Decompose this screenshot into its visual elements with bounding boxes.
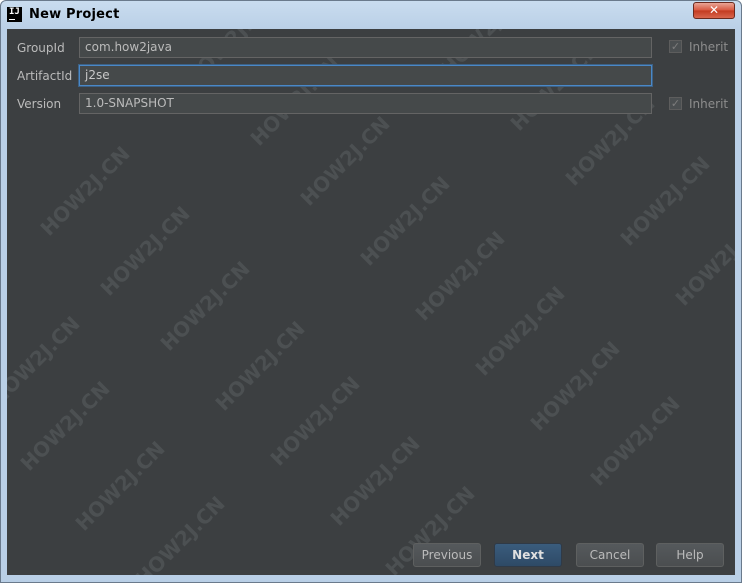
artifactid-field[interactable]: j2se [79, 65, 652, 86]
watermark: HOW2J.CN [70, 436, 170, 536]
watermark: HOW2J.CN [265, 371, 365, 471]
cancel-button[interactable]: Cancel [576, 543, 644, 567]
close-button[interactable]: ✕ [693, 2, 735, 19]
version-label: Version [17, 97, 62, 111]
watermark: HOW2J.CN [585, 391, 685, 491]
watermark: HOW2J.CN [615, 151, 715, 251]
watermark: HOW2J.CN [295, 111, 395, 211]
watermark: HOW2J.CN [355, 171, 455, 271]
watermark: HOW2J.CN [670, 211, 735, 311]
groupid-field[interactable]: com.how2java [79, 37, 652, 58]
watermark: HOW2J.CN [7, 311, 85, 411]
groupid-inherit-label: Inherit [689, 40, 729, 54]
watermark: HOW2J.CN [155, 256, 255, 356]
checkmark-icon: ✓ [669, 97, 682, 110]
watermark: HOW2J.CN [130, 491, 230, 575]
watermark: HOW2J.CN [35, 141, 135, 241]
new-project-window: IJ New Project ✕ HOW2J.CN HOW2J.CN HOW2J… [0, 0, 742, 583]
title-bar[interactable]: IJ New Project ✕ [1, 1, 741, 29]
watermark: HOW2J.CN [525, 336, 625, 436]
watermark: HOW2J.CN [15, 376, 115, 476]
version-field[interactable]: 1.0-SNAPSHOT [79, 93, 652, 114]
close-icon: ✕ [708, 3, 720, 17]
help-button[interactable]: Help [656, 543, 724, 567]
watermark: HOW2J.CN [470, 281, 570, 381]
dialog-content: HOW2J.CN HOW2J.CN HOW2J.CN HOW2J.CN HOW2… [7, 29, 735, 575]
watermark: HOW2J.CN [95, 201, 195, 301]
watermark: HOW2J.CN [210, 316, 310, 416]
previous-button[interactable]: Previous [413, 543, 481, 567]
window-title: New Project [29, 7, 120, 22]
version-inherit-label: Inherit [689, 97, 729, 111]
intellij-idea-icon: IJ [7, 7, 22, 22]
watermark: HOW2J.CN [325, 431, 425, 531]
watermark: HOW2J.CN [410, 226, 510, 326]
groupid-label: GroupId [17, 41, 65, 55]
next-button[interactable]: Next [494, 543, 562, 567]
checkmark-icon: ✓ [669, 40, 682, 53]
artifactid-label: ArtifactId [17, 69, 73, 83]
